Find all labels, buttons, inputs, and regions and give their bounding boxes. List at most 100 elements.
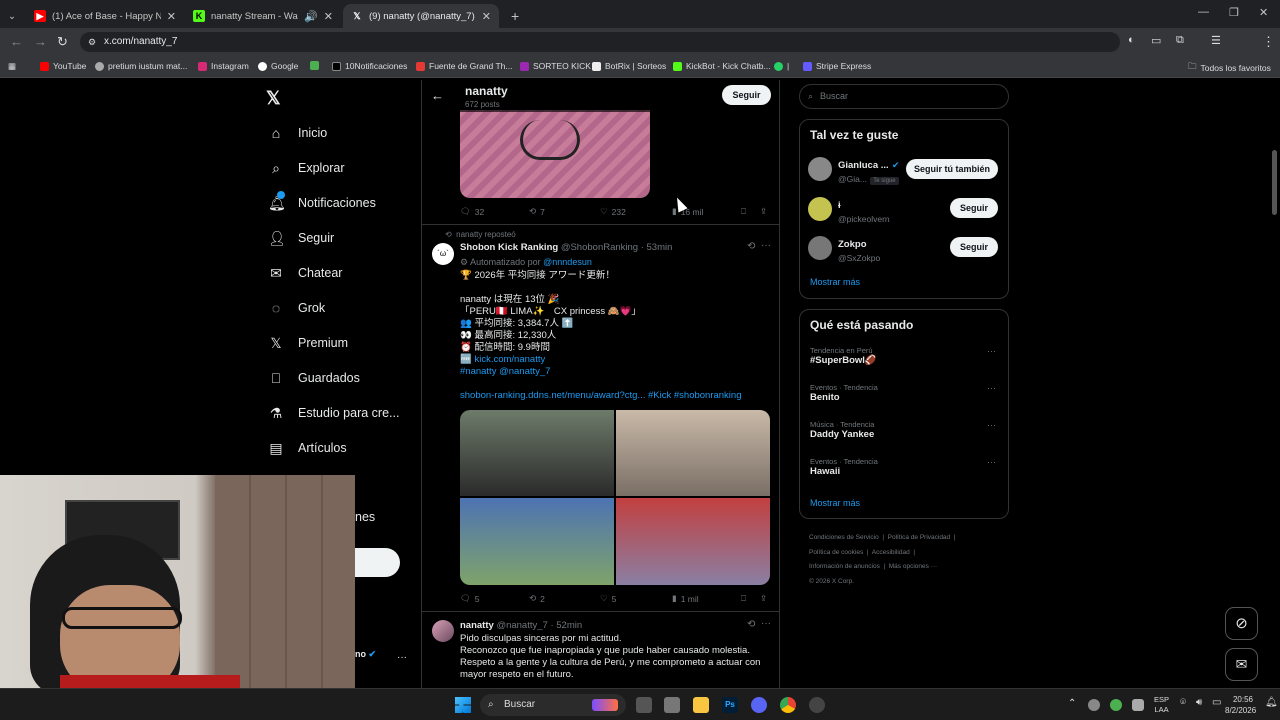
follow-back-button[interactable]: Seguir tú también: [906, 159, 998, 179]
taskbar-search[interactable]: ⌕ Buscar: [480, 694, 626, 716]
bookmark-google[interactable]: Google: [258, 61, 298, 71]
nav-grok[interactable]: ◌ Grok: [268, 300, 325, 316]
extension-icon[interactable]: ▭: [1151, 34, 1161, 47]
network-icon[interactable]: ⌾: [1180, 697, 1186, 708]
bookmark-10notificaciones[interactable]: 10Notificaciones: [332, 61, 407, 71]
windows-start-icon[interactable]: [455, 697, 471, 713]
views-button[interactable]: ▮ 1 mil: [672, 593, 699, 604]
extension-icon[interactable]: ◐: [1128, 34, 1135, 46]
chrome-icon[interactable]: [780, 697, 796, 713]
show-more-link[interactable]: Mostrar más: [810, 277, 860, 287]
post-author[interactable]: Shobon Kick Ranking @ShobonRanking · 53m…: [460, 242, 672, 253]
kebab-menu-icon[interactable]: ⋮: [1262, 34, 1275, 50]
share-button[interactable]: ⇪: [760, 206, 767, 217]
site-info-icon[interactable]: ⚙: [88, 32, 96, 52]
url-link[interactable]: shobon-ranking.ddns.net/menu/award?ctg..…: [460, 390, 775, 402]
photoshop-icon[interactable]: Ps: [722, 697, 738, 713]
repost-button[interactable]: ⟲ 2: [529, 593, 545, 604]
trend-item[interactable]: Música · Tendencia Daddy Yankee: [810, 420, 874, 440]
post-author[interactable]: nanatty @nanatty_7 · 52min: [460, 620, 582, 631]
more-icon[interactable]: ···: [761, 618, 771, 629]
nav-articulos[interactable]: ▤ Artículos: [268, 440, 346, 456]
restore-icon[interactable]: ❐: [1229, 6, 1239, 19]
suggestion-item[interactable]: Zokpo @SxZokpo: [838, 236, 880, 264]
bookmark-youtube[interactable]: YouTube: [40, 61, 86, 71]
nav-explorar[interactable]: ⌕ Explorar: [268, 160, 344, 176]
grok-icon[interactable]: ⟲: [747, 619, 755, 630]
bookmark-button[interactable]: ⎕: [741, 206, 746, 217]
more-icon[interactable]: ···: [987, 346, 996, 356]
discord-icon[interactable]: [751, 697, 767, 713]
grok-fab-icon[interactable]: ⊘: [1225, 607, 1258, 640]
bookmark-pretium[interactable]: pretium iustum mat...: [95, 61, 187, 71]
bookmark-botrix[interactable]: BotRix | Sorteos: [592, 61, 666, 71]
app-icon[interactable]: [664, 697, 680, 713]
forward-icon[interactable]: →: [34, 34, 47, 49]
minimize-icon[interactable]: —: [1198, 6, 1209, 18]
avatar[interactable]: ´ω`: [432, 243, 454, 265]
nav-premium[interactable]: 𝕏 Premium: [268, 335, 348, 351]
more-icon[interactable]: ···: [987, 420, 996, 430]
bookmark-instagram[interactable]: Instagram: [198, 61, 249, 71]
bookmark-pinwheel-icon[interactable]: [310, 61, 319, 70]
tab-x-profile[interactable]: 𝕏 (9) nanatty (@nanatty_7) / X ✕: [343, 4, 499, 28]
bookmark-stripe[interactable]: Stripe Express: [803, 61, 871, 71]
trend-item[interactable]: Tendencia en Perú #SuperBowl🏈: [810, 346, 877, 366]
tab-search-button[interactable]: ⌄: [4, 4, 22, 28]
language-indicator[interactable]: ESP LAA: [1154, 695, 1169, 715]
like-button[interactable]: ♡ 5: [600, 593, 616, 604]
tab-kick[interactable]: K nanatty Stream - Watch Live 🔊 ✕: [185, 4, 341, 28]
apps-icon[interactable]: ▦: [8, 61, 16, 72]
file-explorer-icon[interactable]: [693, 697, 709, 713]
search-input[interactable]: ⌕ Buscar: [799, 84, 1009, 109]
tray-icon[interactable]: [1132, 699, 1144, 711]
nav-inicio[interactable]: ⌂ Inicio: [268, 125, 327, 141]
nav-guardados[interactable]: ⎕ Guardados: [268, 370, 360, 386]
tray-icon[interactable]: [1088, 699, 1100, 711]
suggestion-item[interactable]: ɨ @pickeolvern: [838, 197, 890, 225]
kick-link[interactable]: kick.com/nanatty: [474, 354, 545, 365]
close-icon[interactable]: ✕: [324, 10, 333, 23]
hashtags[interactable]: #nanatty @nanatty_7: [460, 366, 775, 378]
avatar[interactable]: [808, 236, 832, 260]
grid-image-2[interactable]: [616, 410, 770, 496]
nav-chatear[interactable]: ✉ Chatear: [268, 265, 342, 281]
back-arrow-icon[interactable]: ←: [431, 88, 444, 103]
reply-button[interactable]: 🗨︎ 32: [460, 206, 484, 217]
like-button[interactable]: ♡ 232: [600, 206, 626, 217]
repost-button[interactable]: ⟲ 7: [529, 206, 545, 217]
grid-image-3[interactable]: [460, 498, 614, 585]
trend-item[interactable]: Eventos · Tendencia Benito: [810, 383, 878, 403]
x-logo-icon[interactable]: 𝕏: [266, 88, 281, 109]
nav-estudio[interactable]: ⚗ Estudio para cre...: [268, 405, 400, 421]
close-icon[interactable]: ✕: [482, 10, 491, 23]
grok-icon[interactable]: ⟲: [747, 241, 755, 252]
post-image[interactable]: [460, 110, 650, 198]
back-icon[interactable]: ←: [10, 34, 23, 49]
close-icon[interactable]: ✕: [167, 10, 176, 23]
puzzle-icon[interactable]: ⧉: [1176, 34, 1184, 47]
trend-item[interactable]: Eventos · Tendencia Hawaii: [810, 457, 878, 477]
account-menu-icon[interactable]: ···: [397, 652, 407, 663]
battery-icon[interactable]: ▭: [1212, 697, 1221, 708]
bookmark-whatsapp[interactable]: |: [774, 61, 789, 71]
tray-icon[interactable]: [1110, 699, 1122, 711]
grid-image-4[interactable]: [616, 498, 770, 585]
notification-bell-icon[interactable]: 🔔︎: [1265, 697, 1278, 708]
new-tab-button[interactable]: +: [503, 4, 523, 28]
nav-more-partial[interactable]: nes: [355, 510, 375, 524]
address-bar[interactable]: ⚙ x.com/nanatty_7: [80, 32, 1120, 52]
post-button[interactable]: [355, 548, 400, 577]
bookmark-sorteo-kick[interactable]: SORTEO KICK: [520, 61, 591, 71]
messages-fab-icon[interactable]: ✉: [1225, 648, 1258, 681]
grid-image-1[interactable]: [460, 410, 614, 496]
nav-seguir[interactable]: 👤︎ Seguir: [268, 230, 334, 246]
more-icon[interactable]: ···: [761, 240, 771, 251]
share-button[interactable]: ⇪: [760, 593, 767, 604]
avatar[interactable]: [808, 157, 832, 181]
speaker-icon[interactable]: 🔊: [304, 10, 318, 23]
tab-youtube[interactable]: ▶ (1) Ace of Base - Happy Nation ✕: [26, 4, 184, 28]
show-more-link[interactable]: Mostrar más: [810, 498, 860, 508]
avatar[interactable]: [808, 197, 832, 221]
nav-notificaciones[interactable]: 🔔︎ Notificaciones: [268, 191, 376, 211]
